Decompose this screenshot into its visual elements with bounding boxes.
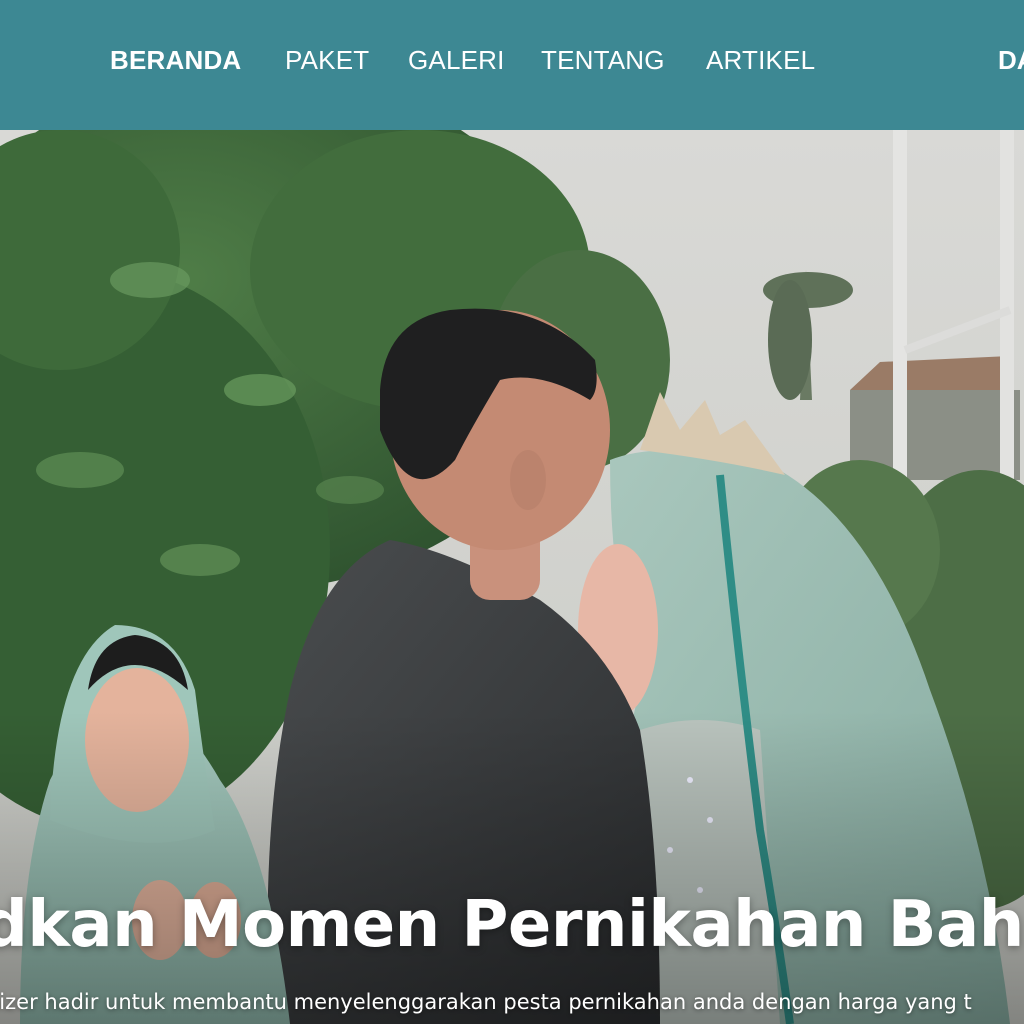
nav-menu: BERANDA PAKET GALERI TENTANG ARTIKEL xyxy=(0,0,1024,122)
nav-link-galeri[interactable]: GALERI xyxy=(408,44,505,76)
nav-link-paket[interactable]: PAKET xyxy=(285,44,369,76)
nav-link-beranda[interactable]: BERANDA xyxy=(110,44,241,76)
hero-subtitle: nizer hadir untuk membantu menyelenggara… xyxy=(0,990,972,1014)
hero-section: dkan Momen Pernikahan Bah nizer hadir un… xyxy=(0,130,1024,1024)
hero-title: dkan Momen Pernikahan Bah xyxy=(0,888,1024,962)
top-navbar: BERANDA PAKET GALERI TENTANG ARTIKEL DA xyxy=(0,0,1024,130)
nav-link-tentang[interactable]: TENTANG xyxy=(541,44,665,76)
nav-link-artikel[interactable]: ARTIKEL xyxy=(706,44,815,76)
nav-cta-button[interactable]: DA xyxy=(998,44,1024,76)
